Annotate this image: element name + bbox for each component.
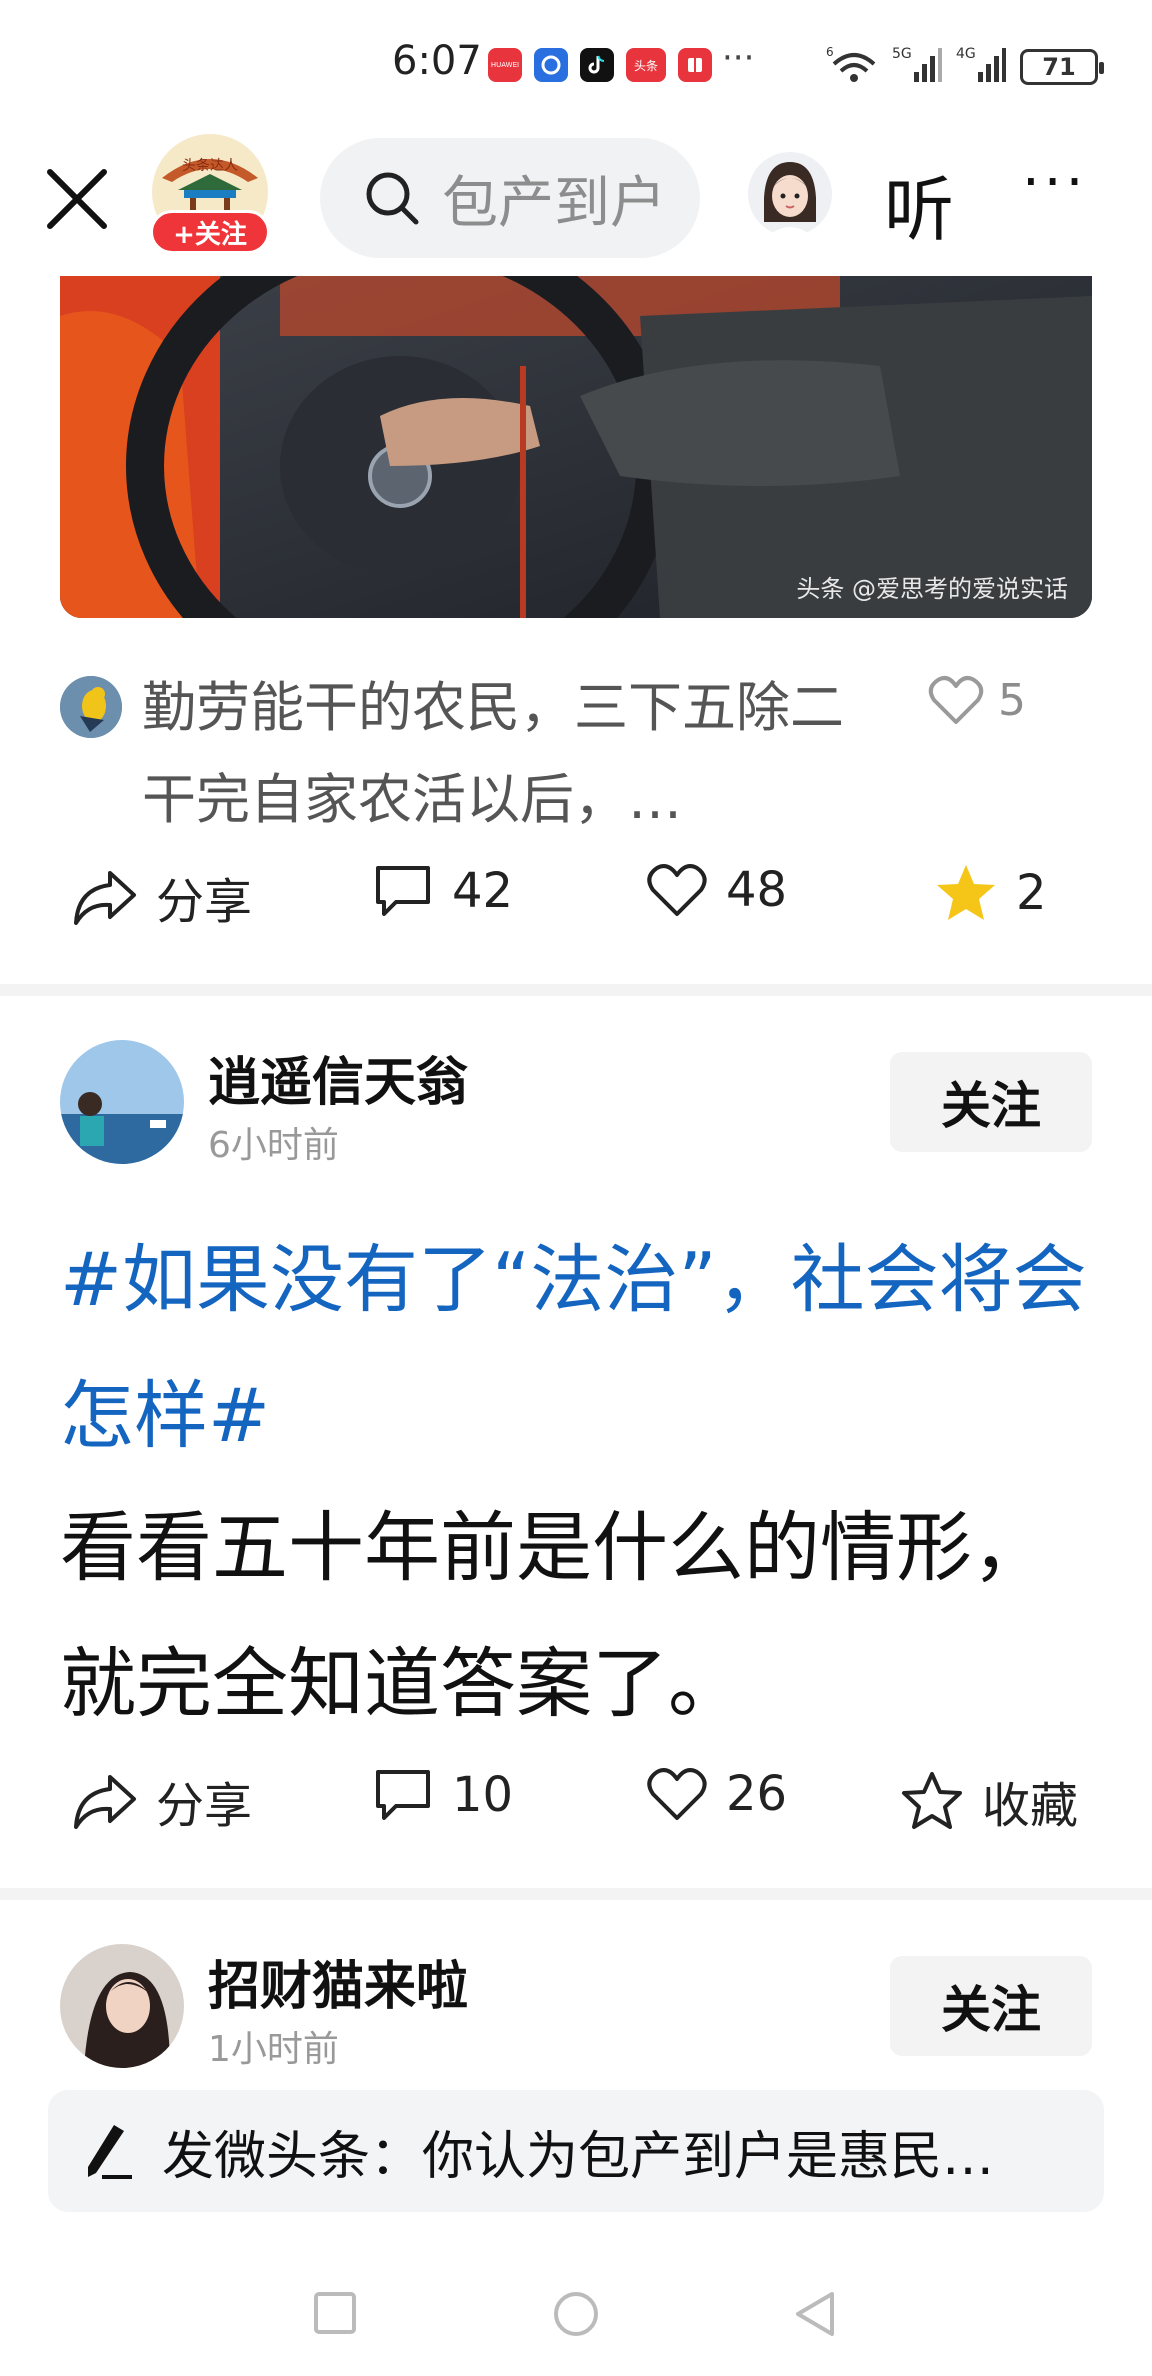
pen-icon (88, 2125, 132, 2179)
circle-icon (554, 2292, 598, 2336)
home-button[interactable] (552, 2290, 600, 2342)
huawei-app-icon: HUAWEI (488, 48, 522, 82)
author-avatar[interactable] (60, 1944, 184, 2068)
svg-text:6: 6 (826, 45, 834, 59)
follow-badge-button[interactable]: +关注 (150, 210, 270, 254)
bird-avatar-icon (60, 676, 122, 738)
square-icon (314, 2292, 356, 2334)
follow-button[interactable]: 关注 (890, 1052, 1092, 1152)
steering-wheel-photo-icon (60, 276, 1092, 618)
post1-action-bar: 分享 42 48 2 (0, 862, 1152, 952)
svg-text:5G: 5G (892, 46, 912, 62)
favorite-button[interactable]: 收藏 (900, 1766, 1078, 1836)
svg-text:4G: 4G (956, 46, 976, 62)
blue-app-icon (534, 48, 568, 82)
post-time: 1小时前 (208, 2029, 339, 2070)
5g-signal-icon: 5G (892, 44, 942, 89)
4g-signal-icon: 4G (956, 44, 1006, 89)
battery-icon: 71 (1020, 48, 1104, 85)
favorite-button[interactable]: 2 (934, 862, 1047, 924)
girl-avatar-icon (748, 152, 832, 236)
snippet-like-count: 5 (998, 674, 1026, 726)
feed-divider (0, 1888, 1152, 1900)
like-button[interactable]: 48 (646, 862, 787, 918)
like-button[interactable]: 26 (646, 1766, 787, 1822)
feed-divider (0, 984, 1152, 996)
status-indicators: 6 5G 4G 71 (826, 44, 1104, 89)
comment-icon (376, 1770, 430, 1820)
share-button[interactable]: 分享 (72, 1766, 252, 1836)
status-app-icons: HUAWEI 头条 (488, 48, 712, 82)
author-name[interactable]: 逍遥信天翁 (208, 1040, 468, 1115)
listen-button[interactable]: 听 (884, 154, 954, 255)
author-name[interactable]: 招财猫来啦 (208, 1944, 468, 2019)
wifi-icon: 6 (826, 44, 878, 89)
search-icon (366, 172, 419, 225)
post-snippet-text[interactable]: 勤劳能干的农民，三下五除二干完自家农活以后，… (142, 662, 862, 846)
close-button[interactable] (44, 166, 110, 232)
status-time: 6:07 (392, 38, 482, 84)
share-icon (74, 871, 136, 925)
tiktok-app-icon (580, 48, 614, 82)
compose-prompt-text: 发微头条：你认为包产到户是惠民… (162, 2126, 995, 2187)
comment-icon (376, 866, 430, 916)
post-body-text[interactable]: 看看五十年前是什么的情形，就完全知道答案了。 (60, 1480, 1120, 1752)
search-input[interactable]: 包产到户 (320, 138, 700, 258)
post-time: 6小时前 (208, 1125, 339, 1166)
post2-action-bar: 分享 10 26 收藏 (0, 1766, 1152, 1856)
back-triangle-icon (796, 2292, 834, 2336)
follow-button[interactable]: 关注 (890, 1956, 1092, 2056)
back-button[interactable] (792, 2290, 838, 2342)
status-more-icon: ··· (722, 38, 755, 78)
star-outline-icon (902, 1772, 962, 1829)
app-header: 头条达人 +关注 包产到户 听 ··· (0, 130, 1152, 270)
svg-text:头条达人: 头条达人 (182, 157, 238, 174)
system-navigation-bar (0, 2270, 1152, 2366)
commenter-avatar[interactable] (60, 676, 122, 738)
person-photo-icon (60, 1040, 184, 1164)
compose-post-bar[interactable]: 发微头条：你认为包产到户是惠民… (48, 2090, 1104, 2212)
share-button[interactable]: 分享 (72, 862, 252, 932)
ai-assistant-avatar[interactable] (748, 152, 832, 236)
snippet-like-button[interactable]: 5 (928, 674, 1026, 726)
more-options-button[interactable]: ··· (1022, 150, 1087, 215)
heart-outline-icon (647, 1768, 707, 1820)
heart-outline-icon (647, 864, 707, 916)
post-image[interactable]: 头条 @爱思考的爱说实话 (60, 276, 1092, 618)
book-app-icon (678, 48, 712, 82)
star-filled-icon (937, 865, 995, 920)
heart-outline-icon (928, 676, 984, 724)
toutiao-app-icon: 头条 (626, 48, 666, 82)
share-icon (74, 1775, 136, 1829)
comment-button[interactable]: 42 (372, 862, 513, 920)
author-avatar[interactable] (60, 1040, 184, 1164)
image-watermark: 头条 @爱思考的爱说实话 (796, 575, 1068, 603)
recent-apps-button[interactable] (312, 2290, 358, 2340)
person-photo-icon (60, 1944, 184, 2068)
close-icon (47, 169, 107, 229)
status-bar: 6:07 HUAWEI 头条 ··· 6 5G 4G 71 (0, 0, 1152, 130)
search-placeholder: 包产到户 (442, 170, 666, 236)
comment-button[interactable]: 10 (372, 1766, 513, 1824)
hashtag-link[interactable]: #如果没有了“法治”，社会将会怎样# (60, 1212, 1120, 1484)
